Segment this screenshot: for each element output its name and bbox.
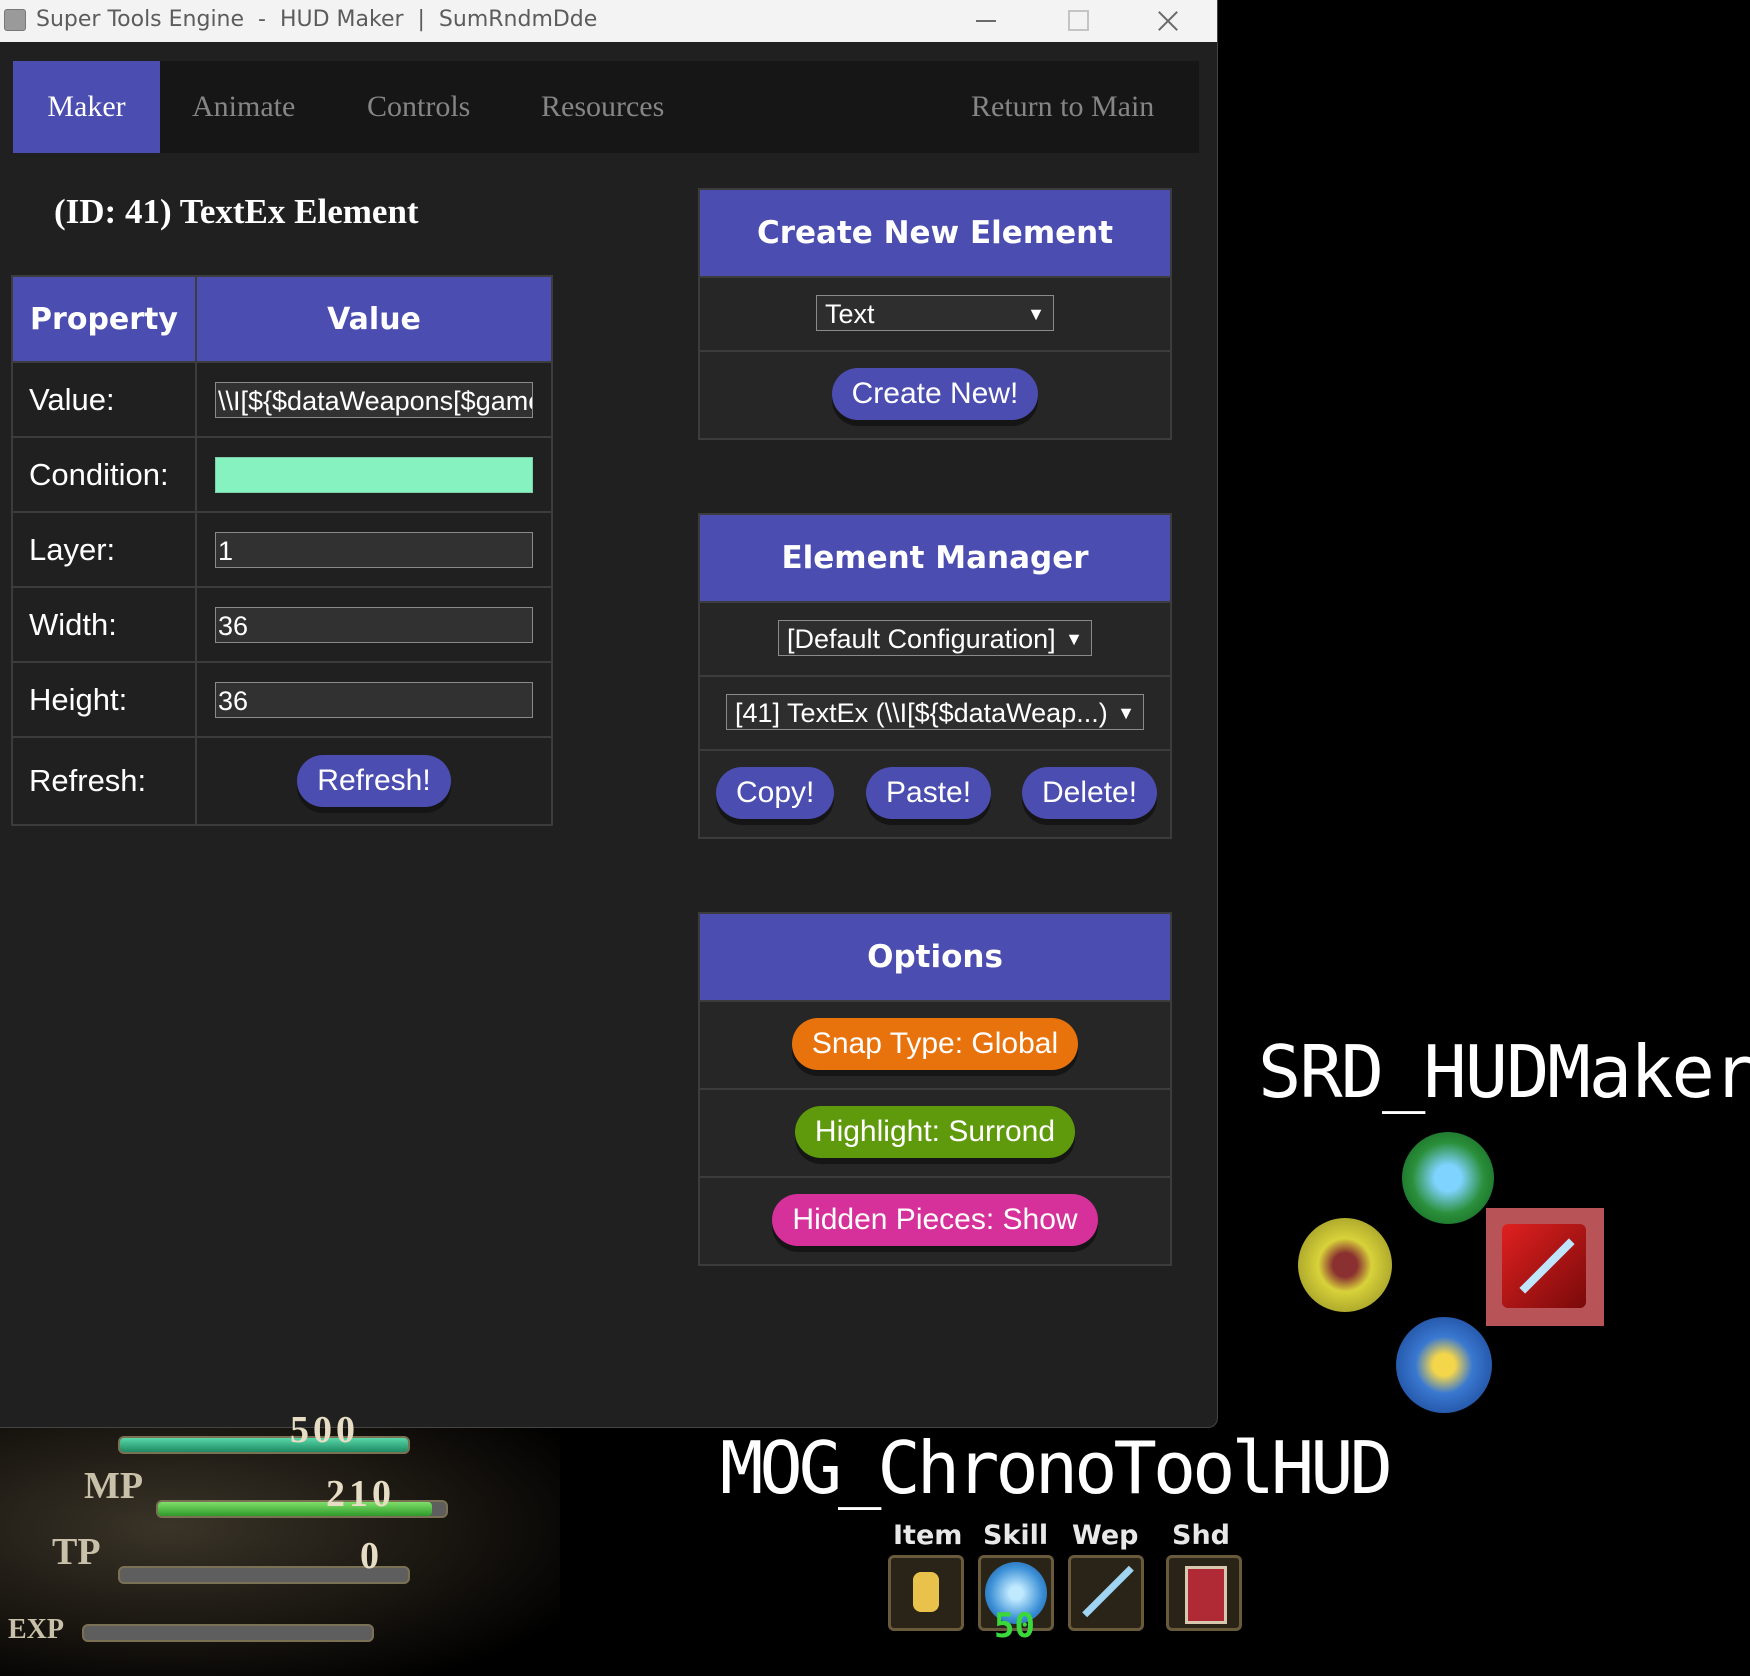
weapon-highlight <box>1486 1208 1604 1326</box>
nav-bar: Maker Animate Controls Resources Return … <box>13 61 1199 153</box>
value-label: Value: <box>11 361 197 438</box>
app-icon <box>4 9 26 31</box>
tp-label: TP <box>52 1531 101 1573</box>
maximize-button[interactable] <box>1031 0 1123 42</box>
options-panel: Options Snap Type: Global Highlight: Sur… <box>698 912 1172 1266</box>
value-header: Value <box>195 275 553 363</box>
table-row: Condition: <box>11 436 553 513</box>
tab-controls[interactable]: Controls <box>367 61 470 153</box>
skill-count: 50 <box>994 1606 1035 1646</box>
mp-label: MP <box>84 1465 144 1507</box>
layer-input[interactable]: 1 <box>215 532 533 569</box>
property-table: Property Value Value: \\I[${$dataWeapons… <box>11 275 553 826</box>
condition-label: Condition: <box>11 436 197 513</box>
element-type-value: Text <box>825 299 875 329</box>
delete-button[interactable]: Delete! <box>1022 767 1158 819</box>
mog-chronotoolhud-label: MOG_ChronoToolHUD <box>720 1426 1393 1510</box>
table-row: Height: 36 <box>11 661 553 738</box>
minimize-button[interactable] <box>940 0 1032 42</box>
hp-bar <box>118 1436 410 1454</box>
element-value: [41] TextEx (\\I[${$dataWeap...) <box>735 698 1108 728</box>
element-type-select[interactable]: Text ▼ <box>816 295 1054 331</box>
window-title: Super Tools Engine - HUD Maker | SumRndm… <box>36 7 598 32</box>
skill-orb-icon <box>1402 1132 1494 1224</box>
weapon-orb-icon <box>1502 1224 1586 1308</box>
table-row: Refresh: Refresh! <box>11 736 553 826</box>
slot-label-item: Item <box>893 1520 963 1551</box>
dropdown-arrow-icon: ▼ <box>1117 703 1135 723</box>
create-element-heading: Create New Element <box>700 190 1170 276</box>
hidden-pieces-button[interactable]: Hidden Pieces: Show <box>772 1194 1098 1246</box>
sword-icon <box>1519 1238 1575 1294</box>
slot-label-skill: Skill <box>983 1520 1049 1551</box>
sword-icon <box>1082 1565 1134 1618</box>
create-element-panel: Create New Element Text ▼ Create New! <box>698 188 1172 440</box>
options-heading: Options <box>700 914 1170 1000</box>
paste-button[interactable]: Paste! <box>866 767 992 819</box>
height-input[interactable]: 36 <box>215 682 533 719</box>
property-header: Property <box>11 275 197 363</box>
highlight-button[interactable]: Highlight: Surrond <box>794 1106 1076 1158</box>
element-manager-heading: Element Manager <box>700 515 1170 601</box>
title-bar[interactable]: Super Tools Engine - HUD Maker | SumRndm… <box>0 0 1217 42</box>
width-label: Width: <box>11 586 197 663</box>
exp-label: EXP <box>8 1614 64 1645</box>
value-input[interactable]: \\I[${$dataWeapons[$gameParty.members()[… <box>215 382 533 419</box>
condition-input[interactable] <box>215 457 533 494</box>
lantern-icon <box>913 1572 939 1612</box>
hp-value: 500 <box>290 1409 359 1451</box>
element-manager-panel: Element Manager [Default Configuration] … <box>698 513 1172 839</box>
refresh-label: Refresh: <box>11 736 197 826</box>
exp-bar <box>82 1624 374 1642</box>
tab-animate[interactable]: Animate <box>192 61 295 153</box>
snap-type-button[interactable]: Snap Type: Global <box>791 1018 1079 1070</box>
copy-button[interactable]: Copy! <box>716 767 835 819</box>
item-orb-icon <box>1396 1317 1492 1413</box>
width-input[interactable]: 36 <box>215 607 533 644</box>
element-title: (ID: 41) TextEx Element <box>54 192 419 231</box>
element-select[interactable]: [41] TextEx (\\I[${$dataWeap...) ▼ <box>726 694 1144 730</box>
tab-resources[interactable]: Resources <box>541 61 664 153</box>
slot-label-wep: Wep <box>1072 1520 1139 1551</box>
shield-icon <box>1185 1566 1227 1624</box>
create-new-button[interactable]: Create New! <box>831 368 1039 420</box>
table-row: Layer: 1 <box>11 511 553 588</box>
hud-maker-window: Super Tools Engine - HUD Maker | SumRndm… <box>0 0 1218 1428</box>
refresh-button[interactable]: Refresh! <box>297 755 451 807</box>
configuration-value: [Default Configuration] <box>787 624 1056 654</box>
weapon-slot <box>1068 1555 1144 1631</box>
return-to-main-link[interactable]: Return to Main <box>971 61 1154 153</box>
table-row: Value: \\I[${$dataWeapons[$gameParty.mem… <box>11 361 553 438</box>
shield-orb-icon <box>1298 1218 1392 1312</box>
dropdown-arrow-icon: ▼ <box>1065 629 1083 649</box>
item-slot <box>888 1555 964 1631</box>
srd-hudmaker-label: SRD_HUDMaker <box>1258 1030 1750 1114</box>
height-label: Height: <box>11 661 197 738</box>
mp-bar <box>156 1500 448 1518</box>
tp-value: 0 <box>360 1535 379 1577</box>
tab-maker[interactable]: Maker <box>13 61 160 153</box>
shield-slot <box>1166 1555 1242 1631</box>
layer-label: Layer: <box>11 511 197 588</box>
dropdown-arrow-icon: ▼ <box>1027 304 1045 324</box>
close-button[interactable] <box>1122 0 1214 42</box>
table-row: Width: 36 <box>11 586 553 663</box>
configuration-select[interactable]: [Default Configuration] ▼ <box>778 620 1092 656</box>
slot-label-shd: Shd <box>1172 1520 1230 1551</box>
mp-value: 210 <box>326 1473 395 1515</box>
